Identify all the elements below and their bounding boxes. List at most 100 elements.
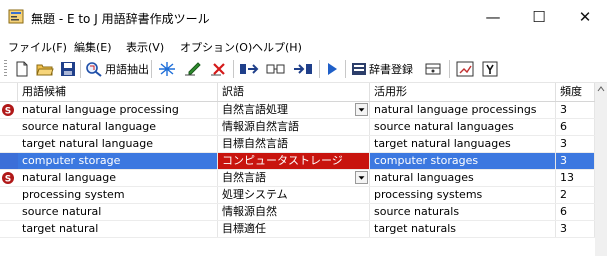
translation-cell[interactable]: 自然言語 [218, 170, 370, 186]
table-row[interactable]: processing system 処理システム processing syst… [0, 187, 595, 204]
candidate-cell[interactable]: target natural [18, 221, 218, 237]
table-row-selected[interactable]: computer storage コンピュータストレージ computer st… [0, 153, 595, 170]
inflection-cell[interactable]: natural languages [370, 170, 556, 186]
translation-cell[interactable]: 情報源自然言語 [218, 119, 370, 135]
toolbar-separator [319, 60, 320, 78]
edit-button[interactable] [184, 59, 202, 79]
menu-bar: ファイル(F) 編集(E) 表示(V) オプション(O) ヘルプ(H) [0, 35, 607, 57]
menu-options[interactable]: オプション(O) [180, 39, 252, 55]
help-button[interactable] [482, 59, 498, 79]
maximize-icon: ☐ [532, 8, 546, 26]
inflection-cell[interactable]: target naturals [370, 221, 556, 237]
edit-icon [185, 62, 201, 76]
dictionary-register-label: 辞書登録 [369, 63, 413, 76]
insert-before-icon [240, 64, 259, 74]
close-icon: ✕ [578, 8, 592, 26]
translation-cell[interactable]: 目標自然言語 [218, 136, 370, 152]
candidate-cell[interactable]: natural language processing [18, 102, 218, 118]
new-file-icon [16, 61, 28, 77]
translation-cell[interactable]: 情報源自然 [218, 204, 370, 220]
translation-cell[interactable]: コンピュータストレージ [218, 153, 370, 169]
table-row[interactable]: source natural 情報源自然 source naturals 6 [0, 204, 595, 221]
menu-edit[interactable]: 編集(E) [74, 39, 112, 55]
save-icon [61, 62, 75, 76]
insert-before-button[interactable] [239, 59, 259, 79]
translation-cell[interactable]: 目標適任 [218, 221, 370, 237]
table-row[interactable]: S natural language 自然言語 natural language… [0, 170, 595, 187]
candidate-cell[interactable]: computer storage [18, 153, 218, 169]
split-button[interactable] [266, 59, 286, 79]
database-button[interactable] [424, 59, 442, 79]
inflection-cell[interactable]: natural language processings [370, 102, 556, 118]
table-row[interactable]: target natural language 目標自然言語 target na… [0, 136, 595, 153]
header-candidate[interactable]: 用語候補 [18, 83, 218, 101]
minimize-icon: — [485, 8, 501, 26]
translation-cell[interactable]: 処理システム [218, 187, 370, 203]
frequency-cell: 6 [556, 119, 595, 135]
open-folder-icon [36, 64, 54, 76]
frequency-cell: 3 [556, 102, 595, 118]
open-button[interactable] [36, 59, 54, 79]
candidate-cell[interactable]: source natural [18, 204, 218, 220]
candidate-cell[interactable]: target natural language [18, 136, 218, 152]
inflection-cell[interactable]: source naturals [370, 204, 556, 220]
frequency-cell: 2 [556, 187, 595, 203]
translation-dropdown-icon[interactable] [355, 103, 368, 116]
toolbar-separator [151, 60, 152, 78]
conflict-badge-icon: S [2, 172, 14, 184]
svg-text:S: S [5, 107, 11, 117]
dictionary-register-icon [352, 63, 366, 75]
translation-dropdown-icon[interactable] [355, 171, 368, 184]
term-extract-button[interactable]: 用語抽出 [85, 59, 149, 79]
scroll-up-icon[interactable] [595, 83, 607, 95]
translation-cell[interactable]: 自然言語処理 [218, 102, 370, 118]
table-row[interactable]: S natural language processing 自然言語処理 nat… [0, 102, 595, 119]
insert-after-button[interactable] [293, 59, 313, 79]
header-badge-column [0, 83, 18, 101]
delete-button[interactable] [210, 59, 228, 79]
candidate-cell[interactable]: natural language [18, 170, 218, 186]
inflection-cell[interactable]: target natural languages [370, 136, 556, 152]
frequency-cell: 6 [556, 204, 595, 220]
chart-icon [456, 61, 474, 77]
frequency-cell: 13 [556, 170, 595, 186]
app-icon [8, 9, 24, 24]
new-button[interactable] [14, 59, 30, 79]
star-icon [159, 62, 175, 76]
header-frequency[interactable]: 頻度 [556, 83, 595, 101]
menu-help[interactable]: ヘルプ(H) [252, 39, 302, 55]
dictionary-register-button[interactable]: 辞書登録 [351, 59, 413, 79]
toolbar-separator [449, 60, 450, 78]
run-icon [328, 63, 337, 75]
menu-view[interactable]: 表示(V) [126, 39, 164, 55]
title-bar: 無題 - E to J 用語辞書作成ツール — ☐ ✕ [0, 0, 607, 35]
inflection-cell[interactable]: computer storages [370, 153, 556, 169]
minimize-button[interactable]: — [470, 0, 516, 35]
vertical-scrollbar[interactable] [595, 83, 607, 256]
delete-icon [211, 63, 225, 76]
frequency-cell: 3 [556, 221, 595, 237]
table-row[interactable]: source natural language 情報源自然言語 source n… [0, 119, 595, 136]
table-row[interactable]: target natural 目標適任 target naturals 3 [0, 221, 595, 238]
close-button[interactable]: ✕ [562, 0, 607, 35]
inflection-cell[interactable]: source natural languages [370, 119, 556, 135]
frequency-cell: 3 [556, 153, 595, 169]
chart-button[interactable] [456, 59, 474, 79]
maximize-button[interactable]: ☐ [516, 0, 562, 35]
toolbar-grip[interactable] [4, 60, 7, 78]
star-button[interactable] [158, 59, 176, 79]
header-translation[interactable]: 訳語 [218, 83, 370, 101]
candidate-cell[interactable]: processing system [18, 187, 218, 203]
insert-after-icon [294, 64, 312, 74]
split-icon [266, 64, 285, 74]
header-inflection[interactable]: 活用形 [370, 83, 556, 101]
save-button[interactable] [60, 59, 76, 79]
inflection-cell[interactable]: processing systems [370, 187, 556, 203]
frequency-cell: 3 [556, 136, 595, 152]
run-button[interactable] [325, 59, 339, 79]
candidate-cell[interactable]: source natural language [18, 119, 218, 135]
toolbar: 用語抽出 辞書登録 [0, 57, 607, 83]
menu-file[interactable]: ファイル(F) [8, 39, 67, 55]
term-extract-label: 用語抽出 [105, 63, 149, 76]
toolbar-separator [80, 60, 81, 78]
